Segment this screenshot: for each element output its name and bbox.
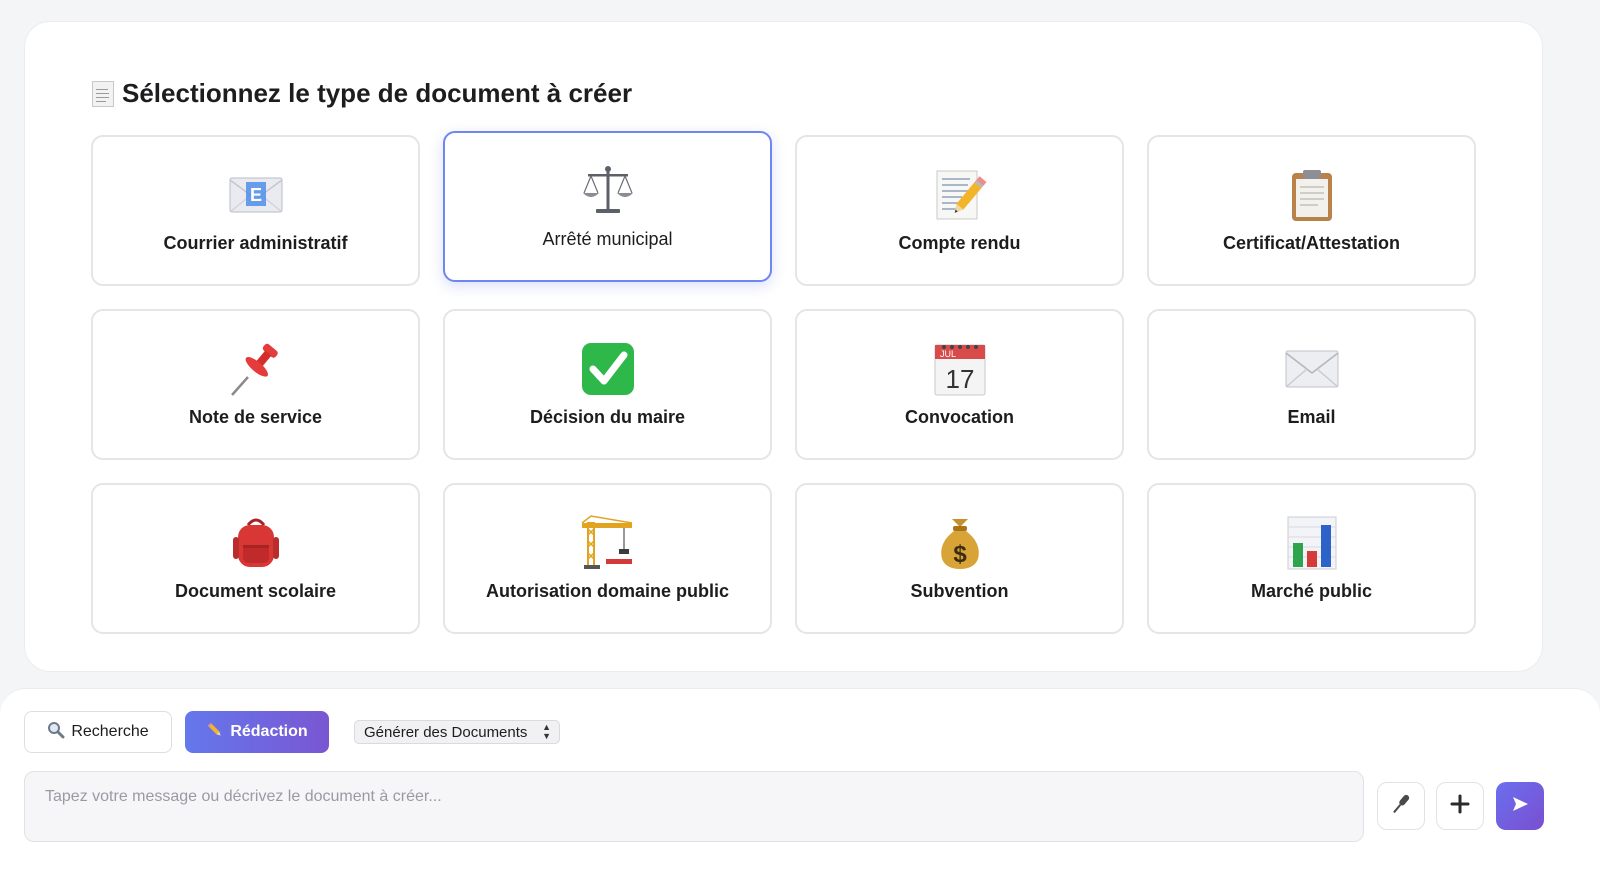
page-icon: [92, 80, 114, 107]
document-type-grid: E Courrier administratif Arrêté municipa…: [91, 131, 1476, 634]
envelope-letter: E: [249, 185, 261, 205]
tile-label: Convocation: [904, 407, 1014, 427]
select-arrows-icon: ▲ ▼: [542, 722, 551, 741]
tile-label: Décision du maire: [529, 407, 686, 427]
memo-pencil-icon: [932, 167, 988, 223]
tile-label: Note de service: [188, 407, 323, 427]
send-button[interactable]: [1496, 782, 1544, 830]
mode-select-value: Générer des Documents: [364, 723, 528, 741]
check-mark-icon: [580, 341, 636, 397]
tile-label: Autorisation domaine public: [485, 581, 729, 601]
tile-label: Document scolaire: [174, 581, 337, 601]
add-attachment-button[interactable]: [1436, 782, 1484, 830]
doc-type-arrete-municipal[interactable]: Arrêté municipal: [443, 131, 772, 282]
tile-label: Certificat/Attestation: [1222, 233, 1401, 253]
clipboard-icon: [1284, 167, 1340, 223]
pushpin-icon: [228, 341, 284, 397]
doc-type-document-scolaire[interactable]: Document scolaire: [91, 483, 420, 634]
tile-label: Email: [1287, 407, 1336, 427]
pencil-icon: [206, 721, 224, 744]
plus-icon: [1449, 793, 1471, 820]
section-title: Sélectionnez le type de document à créer: [122, 78, 633, 108]
tile-label: Courrier administratif: [163, 233, 348, 253]
doc-type-certificat-attestation[interactable]: Certificat/Attestation: [1147, 135, 1476, 286]
magnifier-icon: [47, 721, 65, 744]
microphone-icon: [1389, 792, 1413, 821]
tile-label: Subvention: [910, 581, 1009, 601]
doc-type-autorisation-domaine-public[interactable]: Autorisation domaine public: [443, 483, 772, 634]
money-symbol: $: [953, 541, 967, 568]
doc-type-email[interactable]: Email: [1147, 309, 1476, 460]
tile-label: Arrêté municipal: [542, 229, 673, 249]
money-bag-icon: $: [932, 515, 988, 571]
doc-type-marche-public[interactable]: Marché public: [1147, 483, 1476, 634]
microphone-button[interactable]: [1377, 782, 1425, 830]
tab-recherche-label: Recherche: [71, 723, 149, 740]
construction-crane-icon: [580, 515, 636, 571]
doc-type-subvention[interactable]: $ Subvention: [795, 483, 1124, 634]
balance-scale-icon: [580, 163, 636, 219]
send-arrow-icon: [1510, 794, 1530, 819]
bar-chart-icon: [1284, 515, 1340, 571]
backpack-icon: [228, 515, 284, 571]
message-input[interactable]: [24, 771, 1364, 842]
doc-type-courrier-administratif[interactable]: E Courrier administratif: [91, 135, 420, 286]
calendar-month: JUL: [940, 349, 956, 359]
section-heading: Sélectionnez le type de document à créer: [92, 78, 632, 109]
envelope-e-icon: E: [228, 167, 284, 223]
envelope-icon: [1284, 341, 1340, 397]
doc-type-compte-rendu[interactable]: Compte rendu: [795, 135, 1124, 286]
calendar-icon: JUL 17: [932, 341, 988, 397]
mode-select[interactable]: Générer des Documents ▲ ▼: [354, 720, 560, 744]
calendar-day: 17: [945, 364, 974, 394]
tab-recherche[interactable]: Recherche: [24, 711, 172, 753]
tile-label: Compte rendu: [898, 233, 1021, 253]
doc-type-note-de-service[interactable]: Note de service: [91, 309, 420, 460]
doc-type-decision-du-maire[interactable]: Décision du maire: [443, 309, 772, 460]
tile-label: Marché public: [1250, 581, 1373, 601]
tab-redaction[interactable]: Rédaction: [185, 711, 329, 753]
doc-type-convocation[interactable]: JUL 17 Convocation: [795, 309, 1124, 460]
tab-redaction-label: Rédaction: [230, 723, 308, 740]
